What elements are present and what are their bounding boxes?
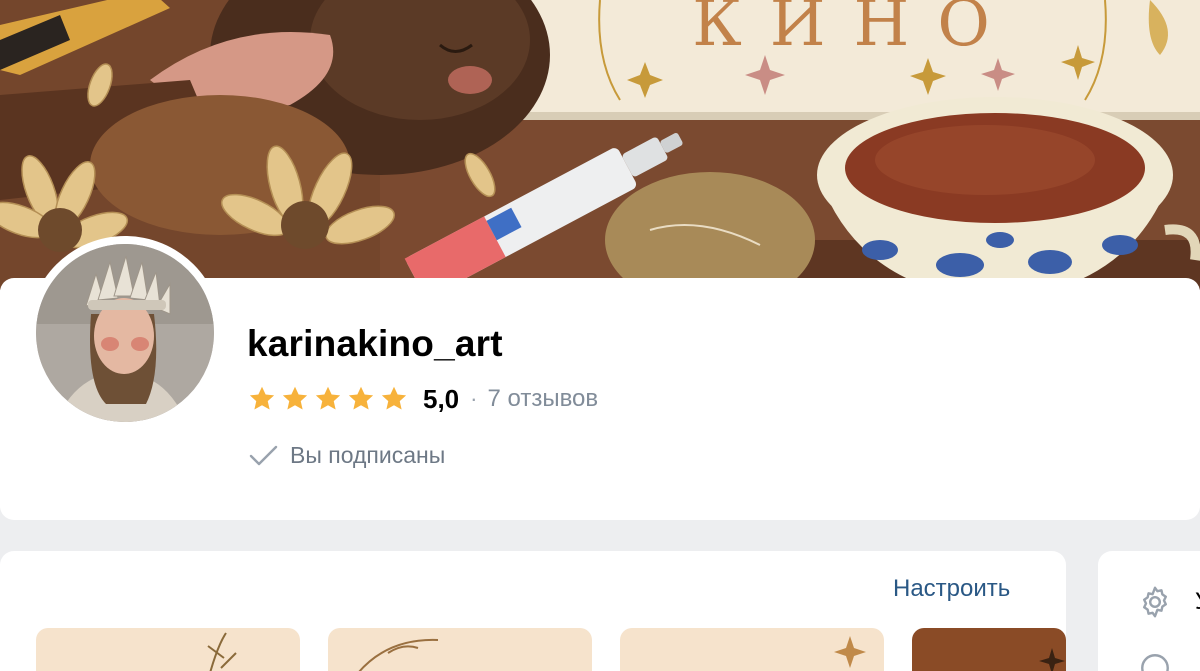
circle-icon <box>1141 654 1169 671</box>
rating-row: 5,0 · 7 отзывов <box>247 380 598 418</box>
rating-separator: · <box>470 386 478 411</box>
thumbnail-1[interactable] <box>36 628 300 671</box>
thumbnail-3[interactable] <box>620 628 884 671</box>
side-menu-item-settings[interactable]: У <box>1137 584 1200 620</box>
avatar[interactable] <box>36 244 214 422</box>
rating-value: 5,0 <box>423 383 460 414</box>
side-menu-item-2[interactable] <box>1137 650 1173 671</box>
cover-image: КИНО <box>0 0 1200 290</box>
thumbnail-2[interactable] <box>328 628 592 671</box>
profile-username: karinakino_art <box>247 323 503 364</box>
cover-title: КИНО <box>692 0 1018 61</box>
configure-link[interactable]: Настроить <box>893 575 1010 603</box>
thumbnail-4[interactable] <box>912 628 1066 671</box>
star-icon <box>381 386 407 410</box>
reviews-link[interactable]: 7 отзывов <box>487 385 598 413</box>
star-icon <box>348 386 374 410</box>
star-icon <box>315 386 341 410</box>
checkmark-icon <box>249 445 278 466</box>
side-menu-item-label: У <box>1195 588 1200 616</box>
subscribed-label: Вы подписаны <box>290 441 446 468</box>
star-icon <box>249 386 275 410</box>
gear-icon <box>1143 586 1167 618</box>
star-icon <box>282 386 308 410</box>
rating-stars <box>247 384 409 414</box>
subscribed-button[interactable]: Вы подписаны <box>247 438 445 472</box>
